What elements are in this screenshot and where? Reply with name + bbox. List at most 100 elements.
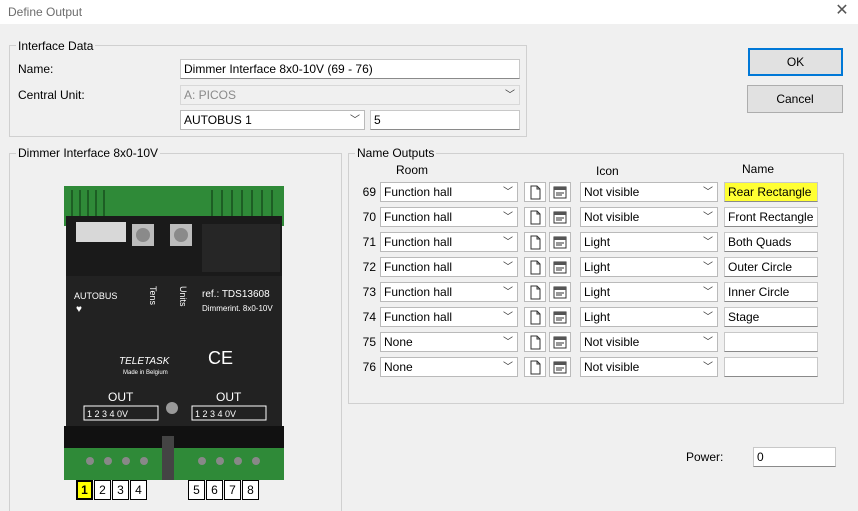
terminal-8[interactable]: 8 <box>242 480 259 500</box>
terminal-6[interactable]: 6 <box>206 480 223 500</box>
ok-button[interactable]: OK <box>748 48 843 76</box>
chevron-down-icon: ﹀ <box>703 337 713 348</box>
terminal-2[interactable]: 2 <box>94 480 111 500</box>
chevron-down-icon: ﹀ <box>503 212 513 223</box>
chevron-down-icon: ﹀ <box>703 287 713 298</box>
room-select[interactable]: Function hall ﹀ <box>380 182 518 202</box>
output-name-field[interactable]: Rear Rectangle <box>724 182 818 202</box>
device-group-label: Dimmer Interface 8x0-10V <box>16 146 161 160</box>
properties-button[interactable] <box>549 332 571 352</box>
room-select[interactable]: None ﹀ <box>380 357 518 377</box>
properties-button[interactable] <box>549 207 571 227</box>
icon-select[interactable]: Not visible ﹀ <box>580 207 718 227</box>
power-field[interactable]: 0 <box>753 447 836 467</box>
room-select[interactable]: Function hall ﹀ <box>380 232 518 252</box>
room-select[interactable]: Function hall ﹀ <box>380 257 518 277</box>
row-number: 72 <box>362 260 376 274</box>
output-name-field[interactable]: Stage <box>724 307 818 327</box>
output-name-field[interactable] <box>724 357 818 377</box>
document-icon <box>530 260 541 275</box>
terminal-3[interactable]: 3 <box>112 480 129 500</box>
document-button[interactable] <box>524 357 546 377</box>
chevron-down-icon: ﹀ <box>503 237 513 248</box>
properties-button[interactable] <box>549 307 571 327</box>
properties-button[interactable] <box>549 357 571 377</box>
name-field[interactable]: Dimmer Interface 8x0-10V (69 - 76) <box>180 59 520 79</box>
output-name-field[interactable]: Outer Circle <box>724 257 818 277</box>
room-value: Function hall <box>384 210 453 224</box>
properties-button[interactable] <box>549 282 571 302</box>
terminal-5[interactable]: 5 <box>188 480 205 500</box>
document-icon <box>530 235 541 250</box>
document-button[interactable] <box>524 207 546 227</box>
chevron-down-icon: ﹀ <box>505 90 515 101</box>
icon-select[interactable]: Light ﹀ <box>580 257 718 277</box>
room-select[interactable]: None ﹀ <box>380 332 518 352</box>
address-field[interactable]: 5 <box>370 110 520 130</box>
chevron-down-icon: ﹀ <box>503 187 513 198</box>
power-label: Power: <box>686 450 724 464</box>
cancel-button[interactable]: Cancel <box>747 85 843 113</box>
icon-select[interactable]: Not visible ﹀ <box>580 332 718 352</box>
document-button[interactable] <box>524 282 546 302</box>
bus-value: AUTOBUS 1 <box>184 113 252 127</box>
chevron-down-icon: ﹀ <box>703 187 713 198</box>
icon-header: Icon <box>596 164 619 178</box>
icon-select[interactable]: Light ﹀ <box>580 282 718 302</box>
terminal-1[interactable]: 1 <box>76 480 93 500</box>
output-name-field[interactable] <box>724 332 818 352</box>
room-select[interactable]: Function hall ﹀ <box>380 282 518 302</box>
document-button[interactable] <box>524 182 546 202</box>
icon-select[interactable]: Not visible ﹀ <box>580 182 718 202</box>
room-value: Function hall <box>384 285 453 299</box>
properties-icon <box>553 286 567 299</box>
room-select[interactable]: Function hall ﹀ <box>380 307 518 327</box>
document-button[interactable] <box>524 257 546 277</box>
name-header: Name <box>742 162 775 176</box>
central-unit-label: Central Unit: <box>18 88 85 102</box>
properties-button[interactable] <box>549 257 571 277</box>
room-select[interactable]: Function hall ﹀ <box>380 207 518 227</box>
terminal-7[interactable]: 7 <box>224 480 241 500</box>
icon-value: Not visible <box>584 185 640 199</box>
device-image: AUTOBUS ♥ Tens Units ref.: TDS13608 Dimm… <box>62 186 286 511</box>
row-number: 69 <box>362 185 376 199</box>
chevron-down-icon: ﹀ <box>503 287 513 298</box>
properties-button[interactable] <box>549 182 571 202</box>
row-number: 74 <box>362 310 376 324</box>
icon-select[interactable]: Light ﹀ <box>580 307 718 327</box>
device-out-left: OUT <box>108 390 134 404</box>
properties-button[interactable] <box>549 232 571 252</box>
bus-select[interactable]: AUTOBUS 1 ﹀ <box>180 110 365 130</box>
chevron-down-icon: ﹀ <box>703 262 713 273</box>
chevron-down-icon: ﹀ <box>503 362 513 373</box>
terminal-4[interactable]: 4 <box>130 480 147 500</box>
output-name-field[interactable]: Both Quads <box>724 232 818 252</box>
svg-text:1 2 3 4 0V: 1 2 3 4 0V <box>87 409 128 419</box>
device-model-text: Dimmerint. 8x0-10V <box>202 304 273 313</box>
icon-value: Light <box>584 285 611 299</box>
output-name-field[interactable]: Inner Circle <box>724 282 818 302</box>
icon-value: Not visible <box>584 360 640 374</box>
document-button[interactable] <box>524 332 546 352</box>
title-bar <box>0 0 858 24</box>
output-name-field[interactable]: Front Rectangle <box>724 207 818 227</box>
row-number: 71 <box>362 235 376 249</box>
icon-select[interactable]: Not visible ﹀ <box>580 357 718 377</box>
document-icon <box>530 210 541 225</box>
icon-value: Not visible <box>584 210 640 224</box>
document-button[interactable] <box>524 307 546 327</box>
icon-select[interactable]: Light ﹀ <box>580 232 718 252</box>
properties-icon <box>553 311 567 324</box>
icon-value: Light <box>584 260 611 274</box>
device-ref-text: ref.: TDS13608 <box>202 289 270 300</box>
window-title: Define Output <box>8 5 83 19</box>
central-unit-value: A: PICOS <box>184 88 237 102</box>
central-unit-select[interactable]: A: PICOS ﹀ <box>180 85 520 105</box>
close-icon[interactable]: ✕ <box>834 2 850 20</box>
properties-icon <box>553 186 567 199</box>
room-value: Function hall <box>384 310 453 324</box>
document-button[interactable] <box>524 232 546 252</box>
ground-screw-icon <box>166 402 178 414</box>
device-brand-text: TELETASK <box>119 356 171 367</box>
